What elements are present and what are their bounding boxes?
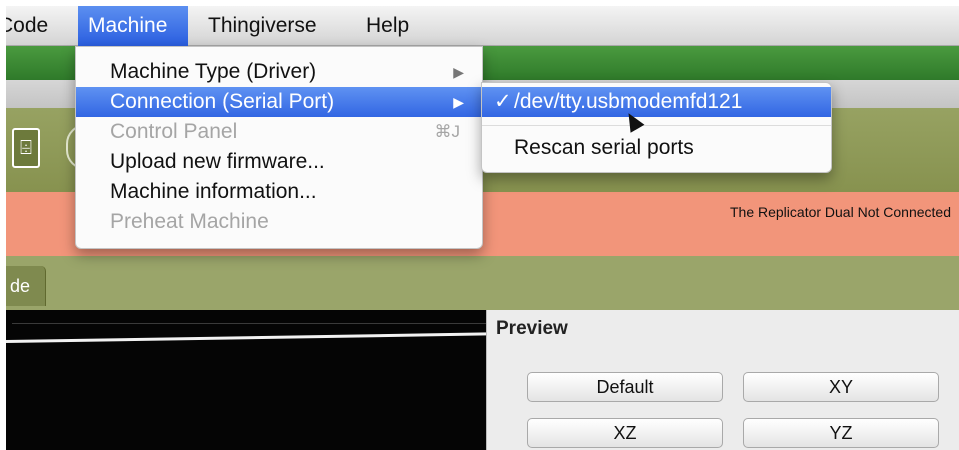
- model-file-icon[interactable]: ⌹: [12, 128, 40, 168]
- menu-machine[interactable]: Machine: [78, 6, 188, 46]
- serial-port-item[interactable]: ✓ /dev/tty.usbmodemfd121: [482, 87, 831, 117]
- tab-gcode[interactable]: de: [6, 266, 46, 306]
- checkmark-icon: ✓: [494, 90, 512, 113]
- menu-item-label: Control Panel: [110, 120, 238, 143]
- preview-title: Preview: [496, 318, 568, 339]
- menu-code[interactable]: Code: [6, 6, 58, 46]
- shortcut-label: ⌘J: [434, 122, 461, 141]
- rescan-label: Rescan serial ports: [514, 136, 694, 159]
- serial-port-submenu: ✓ /dev/tty.usbmodemfd121 Rescan serial p…: [481, 82, 832, 173]
- app-window: Code Machine Thingiverse Help ⌹ The Repl…: [6, 6, 959, 450]
- menu-item-connection[interactable]: Connection (Serial Port) ▶: [76, 87, 482, 117]
- menu-item-label: Upload new firmware...: [110, 150, 325, 173]
- menu-item-machine-type[interactable]: Machine Type (Driver) ▶: [76, 57, 482, 87]
- view-default-button[interactable]: Default: [527, 372, 723, 402]
- viewport-axis-line: [6, 332, 488, 343]
- view-xz-button[interactable]: XZ: [527, 418, 723, 448]
- menu-item-label: Machine information...: [110, 180, 317, 203]
- tab-bar: [6, 256, 959, 310]
- submenu-arrow-icon: ▶: [453, 94, 464, 110]
- submenu-arrow-icon: ▶: [453, 64, 464, 80]
- menu-item-control-panel: Control Panel ⌘J: [76, 117, 482, 147]
- menu-item-machine-information[interactable]: Machine information...: [76, 177, 482, 207]
- menu-separator: [482, 125, 831, 126]
- viewport-edge: [12, 310, 488, 324]
- connection-status-text: The Replicator Dual Not Connected: [729, 204, 951, 220]
- view-yz-button[interactable]: YZ: [743, 418, 939, 448]
- menu-item-preheat-machine: Preheat Machine: [76, 207, 482, 237]
- menu-bar: Code Machine Thingiverse Help: [6, 6, 959, 46]
- preview-panel: Preview Default XY XZ YZ: [486, 310, 959, 450]
- view-xy-button[interactable]: XY: [743, 372, 939, 402]
- machine-menu: Machine Type (Driver) ▶ Connection (Seri…: [75, 46, 483, 249]
- rescan-serial-ports-item[interactable]: Rescan serial ports: [482, 133, 831, 163]
- menu-item-label: Preheat Machine: [110, 210, 269, 233]
- menu-thingiverse[interactable]: Thingiverse: [198, 6, 327, 46]
- menu-help[interactable]: Help: [356, 6, 419, 46]
- menu-item-label: Machine Type (Driver): [110, 60, 317, 83]
- menu-item-label: Connection (Serial Port): [110, 90, 335, 113]
- 3d-viewport[interactable]: [6, 310, 488, 450]
- menu-item-upload-firmware[interactable]: Upload new firmware...: [76, 147, 482, 177]
